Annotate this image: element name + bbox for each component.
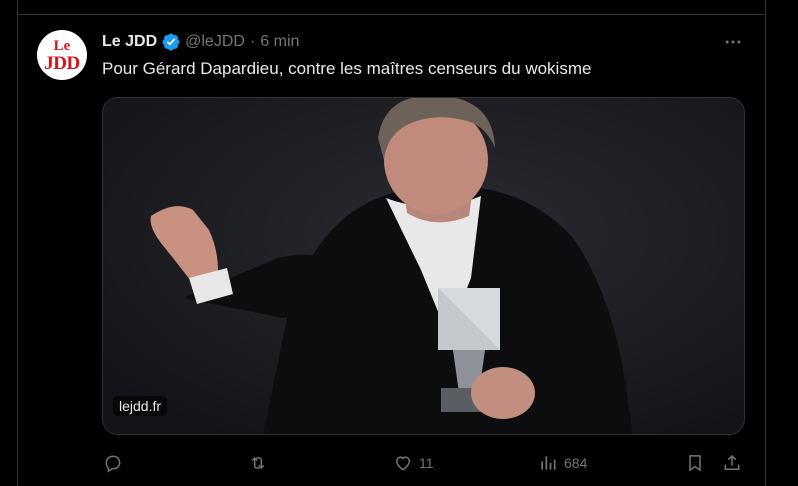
more-dots-icon[interactable] bbox=[720, 32, 746, 52]
tweet-media-card[interactable] bbox=[102, 97, 745, 435]
share-icon bbox=[724, 454, 740, 470]
tweet-actions: 11 684 bbox=[0, 450, 798, 476]
avatar[interactable]: Le JDD bbox=[37, 30, 87, 80]
repost-button[interactable] bbox=[248, 450, 274, 476]
repost-icon bbox=[251, 456, 265, 470]
tweet-text: Pour Gérard Dapardieu, contre les maître… bbox=[102, 59, 592, 78]
verified-badge-icon[interactable] bbox=[161, 32, 181, 52]
media-photo bbox=[103, 98, 744, 434]
heart-icon bbox=[395, 456, 411, 471]
handle[interactable]: @leJDD bbox=[185, 33, 245, 51]
reply-button[interactable] bbox=[103, 450, 129, 476]
tweet-header: Le JDD @leJDD · 6 min bbox=[102, 31, 299, 53]
reply-icon bbox=[105, 455, 121, 473]
media-domain-label[interactable]: lejdd.fr bbox=[113, 396, 168, 416]
display-name[interactable]: Le JDD bbox=[102, 33, 157, 51]
views-chart-icon bbox=[541, 456, 556, 470]
views-button[interactable]: 684 bbox=[538, 450, 587, 476]
bookmark-button[interactable] bbox=[685, 450, 705, 476]
bookmark-icon bbox=[689, 455, 701, 472]
like-count: 11 bbox=[419, 455, 434, 471]
views-count: 684 bbox=[564, 455, 588, 471]
like-button[interactable]: 11 bbox=[393, 450, 434, 476]
avatar-logo-text: JDD bbox=[44, 53, 80, 74]
separator: · bbox=[249, 33, 256, 50]
divider bbox=[17, 14, 766, 15]
timestamp[interactable]: 6 min bbox=[260, 33, 299, 51]
share-button[interactable] bbox=[722, 450, 742, 476]
